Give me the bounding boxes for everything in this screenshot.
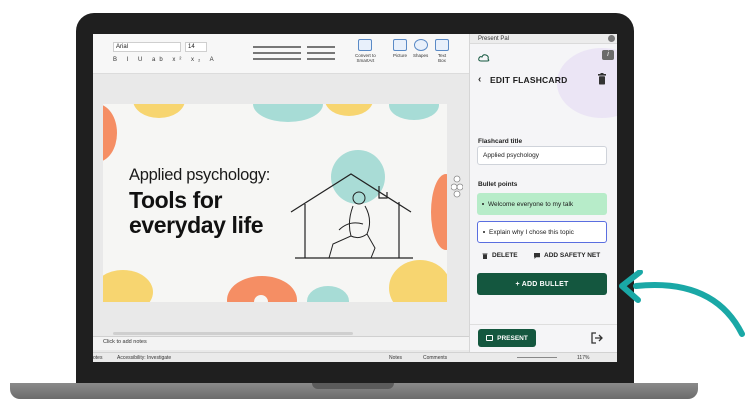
bullet-item[interactable]: Welcome everyone to my talk [477,193,607,215]
blob-teal-bottom [307,286,349,302]
close-icon[interactable] [608,35,615,42]
back-chevron-icon[interactable]: ‹ [478,74,481,85]
comments-toggle[interactable]: Comments [423,355,447,361]
accessibility-status[interactable]: Accessibility: Investigate [117,355,171,361]
text-box-icon [435,39,449,51]
horizontal-scrollbar[interactable] [113,332,353,335]
shapes-icon [413,39,428,51]
present-icon [486,335,494,341]
paragraph-alignment-buttons[interactable] [253,42,301,66]
blob-orange-left [103,104,117,162]
present-button[interactable]: PRESENT [478,329,536,347]
ribbon-toolbar: Arial 14 B I U ab x² x₂ A Convert to Sma… [93,34,469,74]
flashcard-title-input[interactable] [477,146,607,165]
panel-footer: PRESENT [470,324,617,352]
format-buttons[interactable]: B I U ab x² x₂ A [113,57,218,63]
zoom-level[interactable]: 117% [577,355,589,361]
slide-editor: Applied psychology: Tools for everyday l… [93,74,469,362]
font-size-select[interactable]: 14 [185,42,207,52]
smartart-icon [358,39,373,51]
slide-title-line: Applied psychology: [129,166,271,184]
trash-small-icon [482,253,488,259]
notes-pane[interactable]: Click to add notes [93,336,469,350]
blob-yellow-bottom-left [103,270,153,302]
blob-teal-top [253,104,323,122]
slide-title-main: Tools for everyday life [129,187,264,238]
cloud-icon [478,54,490,62]
slide-canvas[interactable]: Applied psychology: Tools for everyday l… [103,104,447,302]
blob-teal-top-right [389,104,439,120]
font-name-select[interactable]: Arial [113,42,181,52]
house-illustration [290,173,413,259]
bullet-dot-icon [482,203,484,205]
bullet-text: Welcome everyone to my talk [488,200,574,208]
notes-toggle[interactable]: Notes [389,355,402,361]
blob-yellow-bottom-right [389,260,447,302]
pointer-arrow-icon [619,270,745,337]
shapes-button[interactable]: Shapes [413,39,428,58]
trash-icon[interactable] [597,73,607,85]
picture-icon [393,39,407,51]
laptop-notch [312,383,394,389]
panel-titlebar: Present Pal [470,34,617,44]
list-buttons[interactable] [307,42,335,66]
notes-placeholder: Click to add notes [103,339,147,345]
status-notes-fragment: otes [93,355,103,361]
present-pal-panel: Present Pal i ‹ EDIT FLASHCARD Flashcard… [469,34,617,352]
panel-app-title: Present Pal [478,35,510,42]
panel-heading: EDIT FLASHCARD [490,75,568,85]
add-bullet-button[interactable]: + ADD BULLET [477,273,607,295]
add-safety-net-button[interactable]: ADD SAFETY NET [534,252,600,259]
blob-orange-right [431,174,447,250]
picture-button[interactable]: Picture [393,39,407,58]
screen: Arial 14 B I U ab x² x₂ A Convert to Sma… [93,34,617,362]
text-box-button[interactable]: Text Box [435,39,449,63]
flashcard-title-label: Flashcard title [478,138,523,145]
comment-icon [534,252,540,259]
delete-button[interactable]: DELETE [482,252,518,259]
resize-handles[interactable] [451,174,463,198]
blob-yellow-top-left [133,104,185,118]
convert-smartart-button[interactable]: Convert to SmartArt [355,39,376,63]
sign-out-icon[interactable] [591,332,603,344]
status-bar: otes Accessibility: Investigate Notes Co… [93,352,617,362]
bullet-points-label: Bullet points [478,181,518,188]
bullet-text: Explain why I chose this topic [489,228,574,236]
zoom-slider[interactable] [517,357,557,358]
bullet-item-active[interactable]: Explain why I chose this topic [477,221,607,243]
bullet-dot-icon [483,231,485,233]
info-icon[interactable]: i [602,50,614,60]
blob-yellow-top-mid [325,104,373,116]
